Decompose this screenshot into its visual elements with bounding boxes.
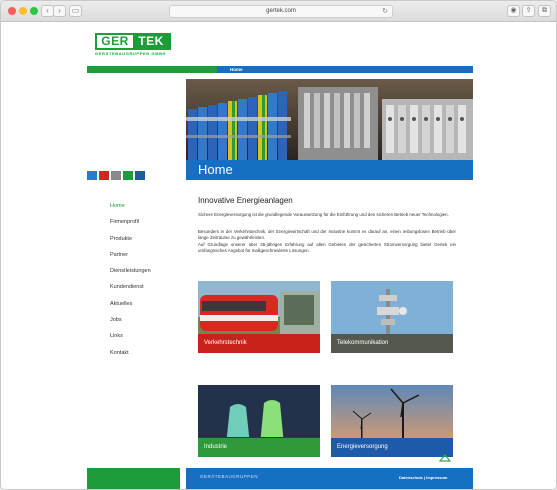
page-title: Home <box>198 162 233 177</box>
color-square-blue <box>87 171 97 180</box>
close-window-button[interactable] <box>8 7 16 15</box>
intro-paragraph: Sichere Energieversorgung ist die grundl… <box>198 212 449 217</box>
footer-green-bar <box>87 468 180 489</box>
header-blue-bar <box>217 66 473 73</box>
nav-item-aktuelles[interactable]: Aktuelles <box>110 300 151 316</box>
breadcrumb[interactable]: Home <box>230 66 243 73</box>
nav-item-kontakt[interactable]: Kontakt <box>110 349 151 365</box>
browser-window: ‹ › ▭ gertek.com ↻ ◉ ⇪ ⧉ GER TEK GERÄTEB… <box>0 0 557 490</box>
url-text: gertek.com <box>266 8 296 14</box>
terminal-blocks-photo <box>186 79 473 160</box>
hero-image <box>186 79 473 160</box>
share-icon[interactable]: ⇪ <box>522 5 535 17</box>
tile-verkehrstechnik[interactable]: Verkehrstechnik <box>198 281 320 353</box>
nav-item-firmenprofil[interactable]: Firmenprofil <box>110 218 151 234</box>
tile-label-industrie: Industrie <box>198 438 320 457</box>
address-bar[interactable]: gertek.com ↻ <box>169 5 393 18</box>
reload-icon[interactable]: ↻ <box>382 6 388 17</box>
color-square-red <box>99 171 109 180</box>
sidebar-toggle-icon[interactable]: ▭ <box>69 5 82 17</box>
header-green-bar <box>87 66 217 73</box>
body-paragraph-1: Besonders in der Verkehrstechnik, der En… <box>198 229 456 241</box>
nav-item-links[interactable]: Links <box>110 332 151 348</box>
body-paragraph-2: Auf Grundlage unserer über 35-jährigen E… <box>198 242 456 254</box>
tile-telekommunikation[interactable]: Telekommunikation <box>331 281 453 353</box>
gertek-logo[interactable]: GER TEK GERÄTEBAUGRUPPEN GMBH <box>95 33 171 58</box>
color-squares <box>87 171 145 180</box>
web-page: GER TEK GERÄTEBAUGRUPPEN GMBH Home Home … <box>1 22 556 489</box>
minimize-window-button[interactable] <box>19 7 27 15</box>
tabs-icon[interactable]: ⧉ <box>538 5 551 17</box>
header-bar-notch <box>211 66 218 73</box>
content-heading: Innovative Energieanlagen <box>198 196 293 205</box>
browser-toolbar: ‹ › ▭ gertek.com ↻ ◉ ⇪ ⧉ <box>1 1 556 22</box>
tile-label-verkehrstechnik: Verkehrstechnik <box>198 334 320 353</box>
tile-label-telekommunikation: Telekommunikation <box>331 334 453 353</box>
nav-item-kundendienst[interactable]: Kundendienst <box>110 283 151 299</box>
zoom-window-button[interactable] <box>30 7 38 15</box>
color-square-darkblue <box>135 171 145 180</box>
color-square-green <box>123 171 133 180</box>
shield-icon[interactable]: ◉ <box>507 5 520 17</box>
logo-subtitle: GERÄTEBAUGRUPPEN GMBH <box>95 51 167 56</box>
logo-part-ger: GER <box>97 35 133 48</box>
nav-item-jobs[interactable]: Jobs <box>110 316 151 332</box>
footer-links[interactable]: Datenschutz | Impressum <box>399 475 447 480</box>
sidebar-nav: Home Firmenprofil Produkte Partner Diens… <box>110 202 151 365</box>
nav-item-dienstleistungen[interactable]: Dienstleistungen <box>110 267 151 283</box>
logo-box: GER TEK <box>95 33 171 50</box>
color-square-grey <box>111 171 121 180</box>
logo-part-tek: TEK <box>133 35 169 48</box>
tile-energieversorgung[interactable]: Energieversorgung <box>331 385 453 457</box>
nav-item-partner[interactable]: Partner <box>110 251 151 267</box>
nav-item-produkte[interactable]: Produkte <box>110 235 151 251</box>
footer-logo[interactable]: GERÄTEBAUGRUPPEN <box>200 474 258 479</box>
scroll-to-top-icon[interactable] <box>439 454 451 462</box>
tile-industrie[interactable]: Industrie <box>198 385 320 457</box>
tile-label-energieversorgung: Energieversorgung <box>331 438 453 457</box>
forward-button[interactable]: › <box>53 5 66 17</box>
nav-item-home[interactable]: Home <box>110 202 151 218</box>
